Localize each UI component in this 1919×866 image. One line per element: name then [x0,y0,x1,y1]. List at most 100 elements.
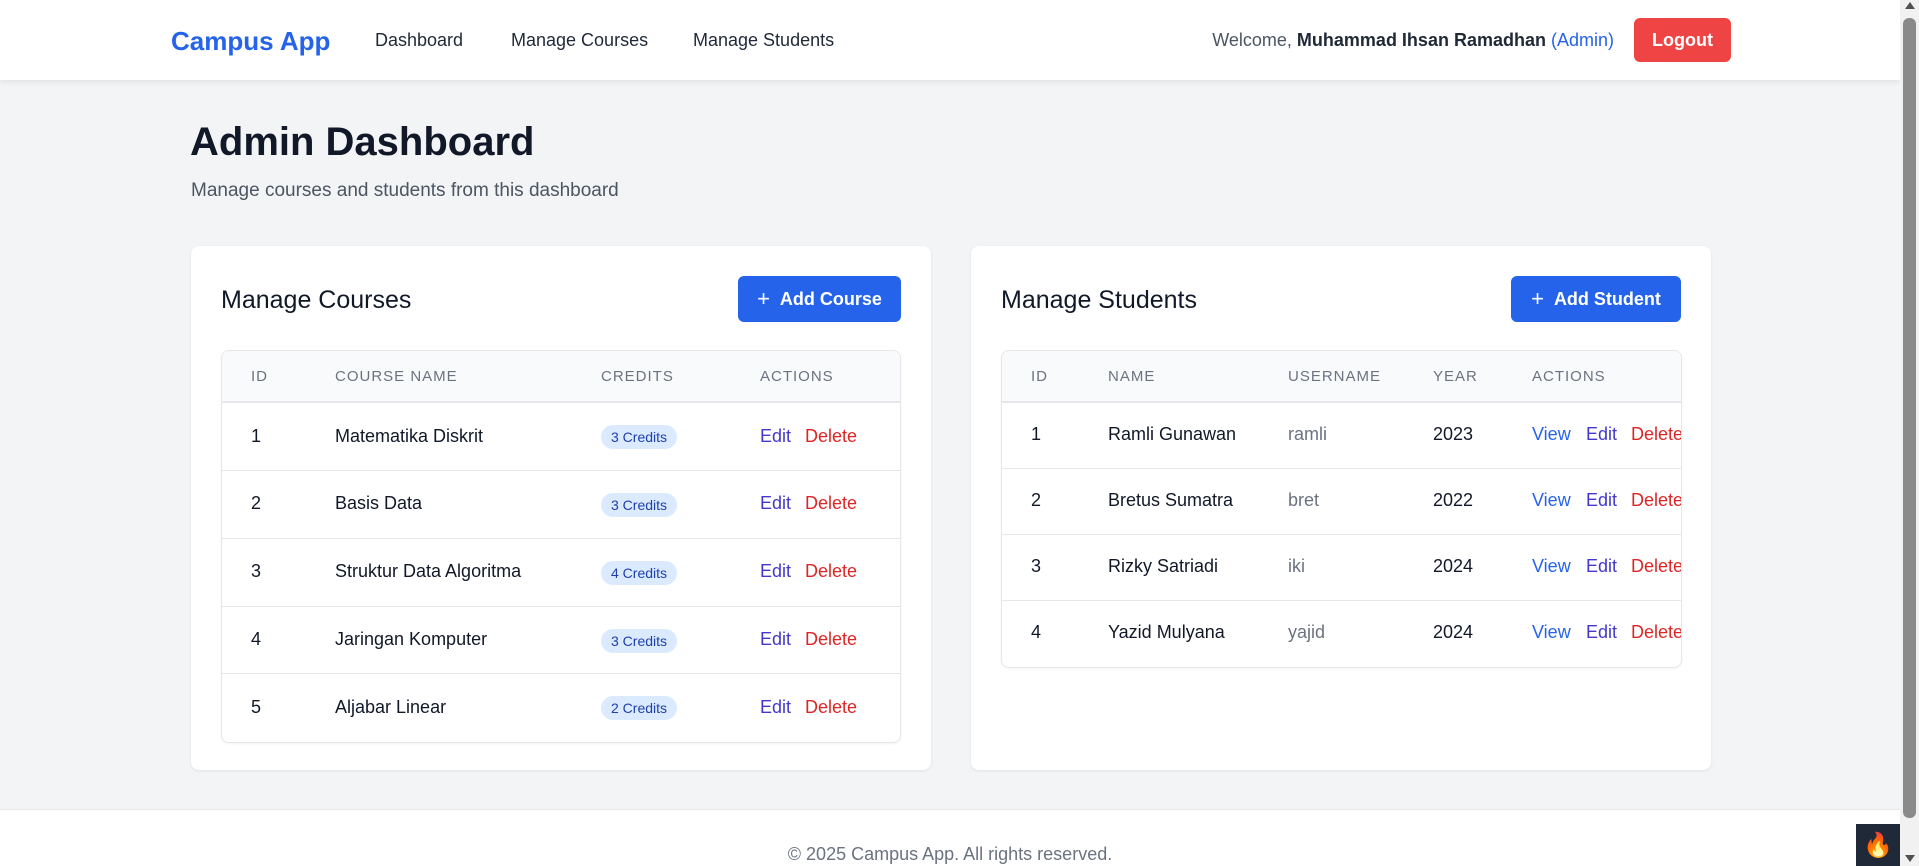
col-course-name: COURSE NAME [335,368,458,385]
col-actions: ACTIONS [760,368,834,385]
delete-course-link[interactable]: Delete [805,629,857,650]
edit-student-link[interactable]: Edit [1586,622,1617,643]
view-student-link[interactable]: View [1532,490,1571,511]
add-student-button[interactable]: + Add Student [1511,276,1681,322]
student-year: 2022 [1433,490,1474,510]
delete-course-link[interactable]: Delete [805,426,857,447]
vertical-scrollbar[interactable] [1900,0,1919,866]
delete-course-link[interactable]: Delete [805,561,857,582]
page-subtitle: Manage courses and students from this da… [191,180,619,201]
table-row: 4 Yazid Mulyana yajid 2024 View Edit Del… [1002,601,1681,667]
edit-student-link[interactable]: Edit [1586,490,1617,511]
add-course-button[interactable]: + Add Course [738,276,901,322]
students-card-title: Manage Students [1001,286,1197,314]
scroll-thumb[interactable] [1903,18,1916,818]
view-student-link[interactable]: View [1532,556,1571,577]
credits-badge: 3 Credits [601,493,678,517]
student-name: Yazid Mulyana [1108,622,1225,642]
edit-course-link[interactable]: Edit [760,629,791,650]
student-year: 2024 [1433,622,1474,642]
credits-badge: 2 Credits [601,696,678,720]
welcome-message: Welcome, Muhammad Ihsan Ramadhan (Admin) [1212,30,1614,51]
nav-dashboard[interactable]: Dashboard [375,30,463,51]
student-name: Ramli Gunawan [1108,424,1237,444]
course-id: 2 [251,493,262,513]
edit-course-link[interactable]: Edit [760,697,791,718]
scroll-down-arrow-icon[interactable] [1905,855,1915,862]
brand-logo[interactable]: Campus App [171,26,330,57]
col-id: ID [1031,368,1048,385]
delete-student-link[interactable]: Delete [1631,622,1681,643]
table-row: 3 Struktur Data Algoritma 4 Credits Edit… [222,539,900,607]
course-name: Jaringan Komputer [335,629,488,649]
course-name: Aljabar Linear [335,697,447,717]
table-row: 1 Matematika Diskrit 3 Credits Edit Dele… [222,403,900,471]
page-title: Admin Dashboard [190,120,535,164]
course-name: Matematika Diskrit [335,426,484,446]
plus-icon: + [1531,286,1544,311]
student-name: Bretus Sumatra [1108,490,1234,510]
student-username: iki [1288,556,1305,576]
table-row: 2 Basis Data 3 Credits Edit Delete [222,471,900,539]
edit-course-link[interactable]: Edit [760,426,791,447]
student-id: 1 [1031,424,1042,444]
edit-student-link[interactable]: Edit [1586,424,1617,445]
col-credits: CREDITS [601,368,674,385]
welcome-prefix: Welcome, [1212,30,1297,50]
credits-badge: 3 Credits [601,629,678,653]
logout-button[interactable]: Logout [1634,18,1731,62]
nav-manage-courses[interactable]: Manage Courses [511,30,648,51]
student-name: Rizky Satriadi [1108,556,1219,576]
col-id: ID [251,368,268,385]
scroll-up-arrow-icon[interactable] [1905,2,1915,9]
students-table: ID NAME USERNAME YEAR ACTIONS 1 Ramli Gu… [1001,350,1682,668]
student-year: 2024 [1433,556,1474,576]
col-year: YEAR [1433,368,1478,385]
course-id: 1 [251,426,262,446]
delete-course-link[interactable]: Delete [805,493,857,514]
nav-manage-students[interactable]: Manage Students [693,30,834,51]
edit-course-link[interactable]: Edit [760,493,791,514]
view-student-link[interactable]: View [1532,424,1571,445]
footer-copyright: © 2025 Campus App. All rights reserved. [787,844,1113,864]
delete-student-link[interactable]: Delete [1631,490,1681,511]
delete-student-link[interactable]: Delete [1631,424,1681,445]
student-id: 2 [1031,490,1042,510]
course-name: Struktur Data Algoritma [335,561,522,581]
table-row: 1 Ramli Gunawan ramli 2023 View Edit Del… [1002,403,1681,469]
courses-table-header: ID COURSE NAME CREDITS ACTIONS [222,351,900,403]
table-row: 4 Jaringan Komputer 3 Credits Edit Delet… [222,607,900,674]
student-id: 4 [1031,622,1042,642]
edit-student-link[interactable]: Edit [1586,556,1617,577]
student-year: 2023 [1433,424,1474,444]
user-name: Muhammad Ihsan Ramadhan [1296,30,1546,50]
add-student-label: Add Student [1553,288,1661,309]
students-card: Manage Students + Add Student ID NAME US… [971,246,1711,770]
table-row: 3 Rizky Satriadi iki 2024 View Edit Dele… [1002,535,1681,601]
role-close: ) [1608,30,1614,50]
edit-course-link[interactable]: Edit [760,561,791,582]
col-name: NAME [1108,368,1156,385]
plus-icon: + [757,286,770,311]
course-name: Basis Data [335,493,423,513]
col-username: USERNAME [1288,368,1382,385]
student-id: 3 [1031,556,1042,576]
credits-badge: 3 Credits [601,425,678,449]
course-id: 3 [251,561,262,581]
page-footer: © 2025 Campus App. All rights reserved. [0,809,1900,866]
view-student-link[interactable]: View [1532,622,1571,643]
course-id: 4 [251,629,262,649]
delete-student-link[interactable]: Delete [1631,556,1681,577]
role-open: ( [1545,30,1557,50]
student-username: bret [1288,490,1320,510]
delete-course-link[interactable]: Delete [805,697,857,718]
courses-card: Manage Courses + Add Course ID COURSE NA… [191,246,931,770]
student-username: yajid [1288,622,1326,642]
table-row: 5 Aljabar Linear 2 Credits Edit Delete [222,674,900,742]
courses-card-title: Manage Courses [221,286,412,314]
flame-icon[interactable]: 🔥 [1856,824,1900,866]
top-navbar: Campus App Dashboard Manage Courses Mana… [0,0,1900,80]
col-actions: ACTIONS [1532,368,1606,385]
course-id: 5 [251,697,262,717]
credits-badge: 4 Credits [601,561,678,585]
